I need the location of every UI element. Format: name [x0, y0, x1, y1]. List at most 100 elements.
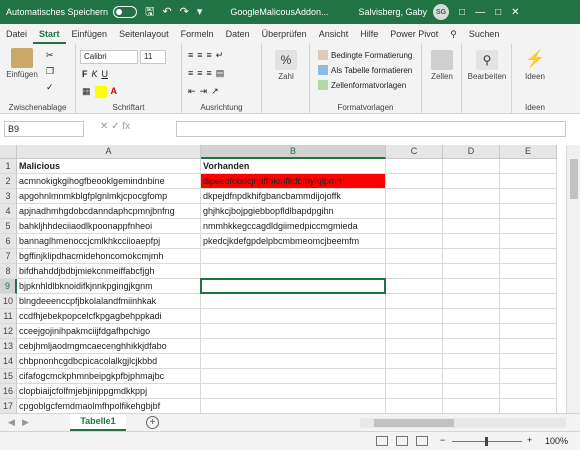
menu-seitenlayout[interactable]: Seitenlayout [113, 24, 175, 44]
cell-c3[interactable] [386, 189, 443, 204]
row-header[interactable]: 14 [0, 354, 17, 369]
zoom-level[interactable]: 100% [545, 436, 568, 446]
format-painter-icon[interactable]: ✓ [46, 82, 54, 93]
cell-b16[interactable] [201, 384, 386, 399]
close-icon[interactable]: ✕ [511, 7, 519, 18]
format-as-table-button[interactable]: Als Tabelle formatieren [318, 65, 412, 75]
cell-b6[interactable]: pkedcjkdefgpdelpbcmbmeomcjbeemfm [201, 234, 386, 249]
indent-decrease-icon[interactable]: ⇤ [188, 86, 196, 97]
cell-d4[interactable] [443, 204, 500, 219]
menu-hilfe[interactable]: Hilfe [354, 24, 384, 44]
row-header[interactable]: 3 [0, 189, 17, 204]
menu-einfuegen[interactable]: Einfügen [66, 24, 114, 44]
cell-b17[interactable] [201, 399, 386, 413]
cancel-icon[interactable]: ✕ [100, 121, 108, 132]
cell-e12[interactable] [500, 324, 557, 339]
cell-d17[interactable] [443, 399, 500, 413]
row-header[interactable]: 13 [0, 339, 17, 354]
cell-d11[interactable] [443, 309, 500, 324]
minimize-icon[interactable]: — [475, 7, 485, 18]
cell-c17[interactable] [386, 399, 443, 413]
cell-e10[interactable] [500, 294, 557, 309]
cell-a6[interactable]: bannaglhmenoccjcmlkhkcciioaepfpj [17, 234, 201, 249]
cell-a3[interactable]: apgohnlmnmkblgfplgnlmkjcpocgfomp [17, 189, 201, 204]
cell-d10[interactable] [443, 294, 500, 309]
cell-b7[interactable] [201, 249, 386, 264]
column-header-c[interactable]: C [386, 145, 443, 159]
cell-e11[interactable] [500, 309, 557, 324]
cell-d8[interactable] [443, 264, 500, 279]
cell-b4[interactable]: ghjhkcjbojpgiebbopfldlbapdpgihn [201, 204, 386, 219]
search-label[interactable]: Suchen [463, 24, 506, 44]
row-header[interactable]: 6 [0, 234, 17, 249]
column-header-e[interactable]: E [500, 145, 557, 159]
row-header[interactable]: 4 [0, 204, 17, 219]
cell-styles-button[interactable]: Zellenformatvorlagen [318, 80, 406, 90]
cell-e9[interactable] [500, 279, 557, 294]
copy-icon[interactable]: ❐ [46, 66, 54, 77]
align-center-icon[interactable]: ≡ [197, 68, 202, 79]
cell-c5[interactable] [386, 219, 443, 234]
cell-b14[interactable] [201, 354, 386, 369]
row-header[interactable]: 11 [0, 309, 17, 324]
cell-e14[interactable] [500, 354, 557, 369]
cell-b2[interactable]: dipecofobdcjnpffbkmfkdbfnyfglpmn [201, 174, 386, 189]
cell-c9[interactable] [386, 279, 443, 294]
row-header[interactable]: 2 [0, 174, 17, 189]
orientation-icon[interactable]: ↗ [211, 86, 219, 97]
fill-color-icon[interactable] [94, 86, 107, 98]
merge-icon[interactable]: ▤ [216, 68, 225, 79]
cell-d9[interactable] [443, 279, 500, 294]
menu-ansicht[interactable]: Ansicht [313, 24, 355, 44]
cell-d7[interactable] [443, 249, 500, 264]
cell-c16[interactable] [386, 384, 443, 399]
menu-power-pivot[interactable]: Power Pivot [384, 24, 444, 44]
vertical-scrollbar[interactable] [566, 145, 580, 413]
normal-view-icon[interactable] [376, 436, 388, 446]
cell-c12[interactable] [386, 324, 443, 339]
customize-quick-access-icon[interactable]: ▾ [197, 6, 203, 18]
cell-d13[interactable] [443, 339, 500, 354]
cell-d14[interactable] [443, 354, 500, 369]
wrap-text-icon[interactable]: ↵ [216, 50, 224, 61]
edit-button[interactable]: ⚲ Bearbeiten [464, 50, 510, 81]
cell-a2[interactable]: acmnokigkgihogfbeooklgemindnbine [17, 174, 201, 189]
cell-e13[interactable] [500, 339, 557, 354]
insert-function-icon[interactable]: fx [122, 121, 130, 132]
add-sheet-icon[interactable]: + [146, 416, 159, 429]
scroll-thumb[interactable] [570, 159, 578, 199]
next-sheet-icon[interactable]: ▶ [22, 417, 29, 428]
cell-b11[interactable] [201, 309, 386, 324]
align-bottom-icon[interactable]: ≡ [207, 50, 212, 61]
cell-b1[interactable]: Vorhanden [201, 159, 386, 174]
maximize-icon[interactable]: □ [495, 7, 501, 18]
page-layout-view-icon[interactable] [396, 436, 408, 446]
row-header[interactable]: 15 [0, 369, 17, 384]
redo-icon[interactable]: ↷ [180, 6, 189, 18]
cell-c4[interactable] [386, 204, 443, 219]
cell-c7[interactable] [386, 249, 443, 264]
menu-daten[interactable]: Daten [220, 24, 256, 44]
cell-c8[interactable] [386, 264, 443, 279]
autosave-toggle[interactable] [113, 6, 138, 18]
cell-a8[interactable]: bifdhahddjbdbjmiekcnmeiffabcfjgh [17, 264, 201, 279]
row-header[interactable]: 7 [0, 249, 17, 264]
cell-e6[interactable] [500, 234, 557, 249]
cell-b15[interactable] [201, 369, 386, 384]
horizontal-scroll-thumb[interactable] [374, 419, 454, 427]
underline-icon[interactable]: U [102, 69, 109, 79]
search-icon[interactable]: ⚲ [444, 24, 463, 44]
cell-a7[interactable]: bgffinjklipdhacmidehoncomokcmjmh [17, 249, 201, 264]
formula-input[interactable] [176, 121, 566, 137]
select-all-corner[interactable] [0, 145, 17, 159]
align-left-icon[interactable]: ≡ [188, 68, 193, 79]
cell-b8[interactable] [201, 264, 386, 279]
cell-a4[interactable]: apjnadhmhgdobcdanndaphcpmnjbnfng [17, 204, 201, 219]
cell-d15[interactable] [443, 369, 500, 384]
cell-a9[interactable]: bjpknhldlbknoidifkjnnkpgingjkgnm [17, 279, 201, 294]
enter-icon[interactable]: ✓ [111, 121, 119, 132]
cell-e4[interactable] [500, 204, 557, 219]
cell-b13[interactable] [201, 339, 386, 354]
cell-c13[interactable] [386, 339, 443, 354]
row-header[interactable]: 5 [0, 219, 17, 234]
